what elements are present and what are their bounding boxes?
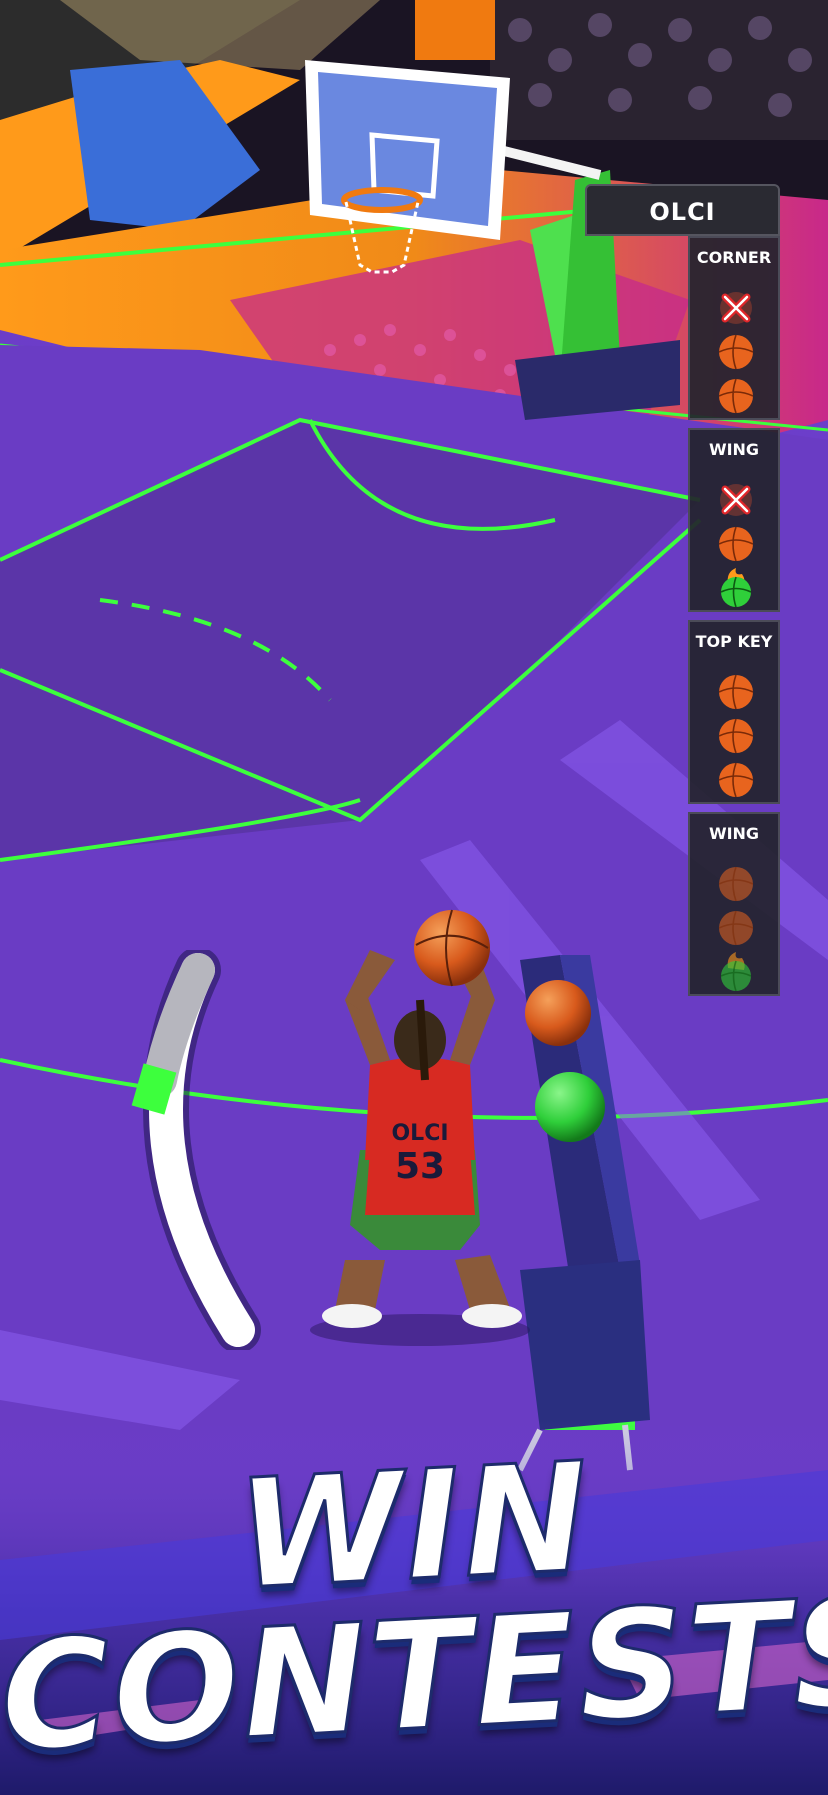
basketball-icon <box>716 524 756 564</box>
basketball-icon <box>716 716 756 756</box>
station-2: WING <box>688 428 780 612</box>
rack-money-ball-icon <box>535 1072 605 1142</box>
basketball-icon <box>716 672 756 712</box>
svg-text:OLCI: OLCI <box>391 1121 448 1146</box>
station-4: WING <box>688 812 780 996</box>
money-ball-fire-icon <box>716 952 756 992</box>
station-label: TOP KEY <box>695 632 773 651</box>
shot-power-meter <box>131 950 261 1350</box>
miss-x-icon <box>716 480 756 520</box>
basketball-icon <box>716 376 756 416</box>
basketball-icon <box>716 864 756 904</box>
station-3: TOP KEY <box>688 620 780 804</box>
player-name-plate: OLCI <box>585 184 780 236</box>
money-ball-fire-icon <box>716 568 756 608</box>
station-1: CORNER <box>688 236 780 420</box>
rack-ball-icon <box>525 980 591 1046</box>
basketball-icon <box>716 760 756 800</box>
shot-scoreboard: CORNER WING TOP KEY WING <box>688 236 780 1004</box>
basketball-icon <box>716 332 756 372</box>
station-label: WING <box>708 440 760 459</box>
svg-text:53: 53 <box>395 1146 445 1187</box>
miss-x-icon <box>716 288 756 328</box>
shot-meter-green-zone <box>131 1063 177 1115</box>
basketball-icon <box>716 908 756 948</box>
station-label: WING <box>708 824 760 843</box>
game-ball-icon <box>414 910 490 986</box>
station-label: CORNER <box>696 248 772 267</box>
